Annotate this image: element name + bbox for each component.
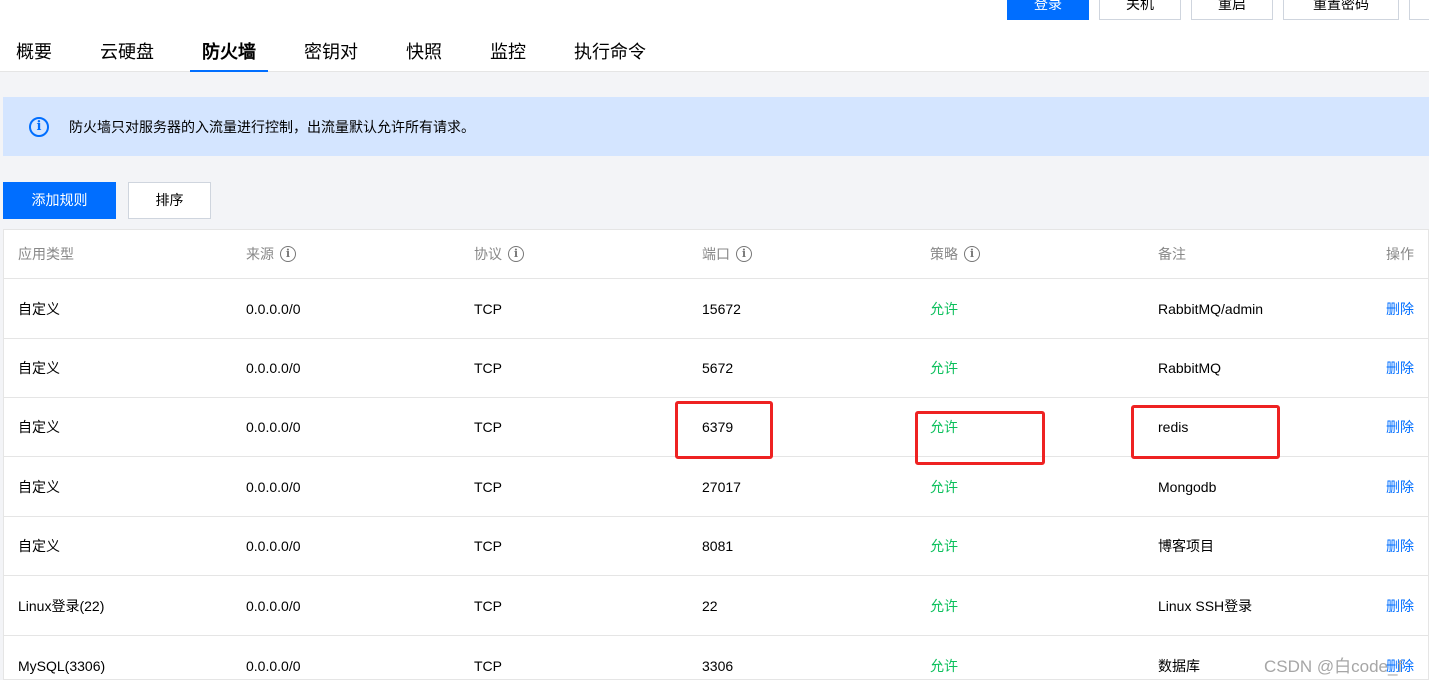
- info-icon[interactable]: i: [964, 246, 980, 262]
- protocol-cell: TCP: [474, 300, 502, 317]
- remark-cell: Linux SSH登录: [1158, 597, 1253, 614]
- app-type-cell: Linux登录(22): [18, 597, 105, 614]
- tab-firewall[interactable]: 防火墙: [190, 38, 268, 72]
- tab-cloud-disk[interactable]: 云硬盘: [100, 38, 154, 72]
- tab-monitor[interactable]: 监控: [490, 38, 526, 72]
- instance-actions: 登录 关机 重启 重置密码: [1007, 0, 1429, 20]
- shutdown-button[interactable]: 关机: [1099, 0, 1181, 20]
- table-row: 自定义 0.0.0.0/0 TCP 15672 允许 RabbitMQ/admin 删除: [4, 279, 1428, 339]
- header-remark: 备注: [1158, 246, 1186, 262]
- port-cell: 27017: [702, 478, 741, 495]
- policy-cell: 允许: [930, 419, 958, 435]
- policy-cell: 允许: [930, 538, 958, 554]
- protocol-cell: TCP: [474, 419, 502, 435]
- protocol-cell: TCP: [474, 657, 502, 674]
- table-row: 自定义 0.0.0.0/0 TCP 5672 允许 RabbitMQ 删除: [4, 339, 1428, 398]
- tab-snapshot[interactable]: 快照: [406, 38, 442, 72]
- source-cell: 0.0.0.0/0: [246, 300, 301, 317]
- reset-password-button[interactable]: 重置密码: [1283, 0, 1399, 20]
- remark-cell: Mongodb: [1158, 478, 1217, 495]
- remark-cell: 数据库: [1158, 657, 1200, 674]
- info-icon[interactable]: i: [736, 246, 752, 262]
- remark-cell: 博客项目: [1158, 538, 1214, 554]
- policy-cell: 允许: [930, 360, 958, 376]
- source-cell: 0.0.0.0/0: [246, 360, 301, 376]
- firewall-notice: i 防火墙只对服务器的入流量进行控制，出流量默认允许所有请求。: [3, 97, 1429, 156]
- delete-link[interactable]: 删除: [1386, 279, 1414, 338]
- tab-key-pair[interactable]: 密钥对: [304, 38, 358, 72]
- app-type-cell: 自定义: [18, 419, 60, 435]
- port-cell: 22: [702, 597, 718, 614]
- watermark: CSDN @白code_f: [1264, 657, 1403, 676]
- table-row: MySQL(3306) 0.0.0.0/0 TCP 3306 允许 数据库 删除: [4, 636, 1428, 679]
- app-type-cell: 自定义: [18, 300, 60, 317]
- port-cell: 15672: [702, 300, 741, 317]
- info-icon[interactable]: i: [508, 246, 524, 262]
- login-button[interactable]: 登录: [1007, 0, 1089, 20]
- tab-overview[interactable]: 概要: [16, 38, 52, 72]
- sort-button[interactable]: 排序: [128, 182, 211, 219]
- port-cell: 3306: [702, 657, 734, 674]
- remark-cell: RabbitMQ: [1158, 360, 1222, 376]
- table-row: 自定义 0.0.0.0/0 TCP 27017 允许 Mongodb 删除: [4, 457, 1428, 517]
- policy-cell: 允许: [930, 657, 958, 674]
- delete-link[interactable]: 删除: [1386, 517, 1414, 575]
- remark-cell: RabbitMQ/admin: [1158, 300, 1264, 317]
- source-cell: 0.0.0.0/0: [246, 538, 301, 554]
- header-source: 来源 i: [246, 230, 296, 278]
- port-cell: 8081: [702, 538, 734, 554]
- header-port: 端口 i: [702, 230, 752, 278]
- protocol-cell: TCP: [474, 538, 502, 554]
- delete-link[interactable]: 删除: [1386, 576, 1414, 635]
- source-cell: 0.0.0.0/0: [246, 478, 301, 495]
- table-header: 应用类型 来源 i 协议 i 端口 i 策略 i 备注 操作: [4, 230, 1428, 279]
- delete-link[interactable]: 删除: [1386, 339, 1414, 397]
- header-action: 操作: [1386, 246, 1414, 262]
- table-row: Linux登录(22) 0.0.0.0/0 TCP 22 允许 Linux SSH登录 删除: [4, 576, 1428, 636]
- add-rule-button[interactable]: 添加规则: [3, 182, 116, 219]
- info-icon: i: [29, 116, 49, 137]
- header-policy: 策略 i: [930, 230, 980, 278]
- info-icon[interactable]: i: [280, 246, 296, 262]
- protocol-cell: TCP: [474, 597, 502, 614]
- restart-button[interactable]: 重启: [1191, 0, 1273, 20]
- delete-link[interactable]: 删除: [1386, 457, 1414, 516]
- port-cell: 5672: [702, 360, 734, 376]
- remark-cell: redis: [1158, 419, 1189, 435]
- table-row: 自定义 0.0.0.0/0 TCP 6379 允许 redis 删除: [4, 398, 1428, 457]
- table-row: 自定义 0.0.0.0/0 TCP 8081 允许 博客项目 删除: [4, 517, 1428, 576]
- policy-cell: 允许: [930, 597, 958, 614]
- tab-bar: 概要 云硬盘 防火墙 密钥对 快照 监控 执行命令: [16, 38, 694, 72]
- header-protocol: 协议 i: [474, 230, 524, 278]
- more-button[interactable]: [1409, 0, 1429, 20]
- notice-text: 防火墙只对服务器的入流量进行控制，出流量默认允许所有请求。: [69, 118, 475, 135]
- protocol-cell: TCP: [474, 478, 502, 495]
- delete-link[interactable]: 删除: [1386, 398, 1414, 456]
- protocol-cell: TCP: [474, 360, 502, 376]
- firewall-rules-table: 应用类型 来源 i 协议 i 端口 i 策略 i 备注 操作 自定义 0.0.0.0/0 T…: [3, 229, 1429, 680]
- port-cell: 6379: [702, 419, 734, 435]
- source-cell: 0.0.0.0/0: [246, 597, 301, 614]
- app-type-cell: MySQL(3306): [18, 657, 106, 674]
- tab-run-command[interactable]: 执行命令: [574, 38, 646, 72]
- policy-cell: 允许: [930, 478, 958, 495]
- app-type-cell: 自定义: [18, 478, 60, 495]
- header-app-type: 应用类型: [18, 246, 74, 262]
- app-type-cell: 自定义: [18, 360, 60, 376]
- app-type-cell: 自定义: [18, 538, 60, 554]
- top-bar: 登录 关机 重启 重置密码 概要 云硬盘 防火墙 密钥对 快照 监控 执行命令: [0, 0, 1429, 72]
- rule-toolbar: 添加规则 排序: [3, 182, 211, 219]
- source-cell: 0.0.0.0/0: [246, 419, 301, 435]
- source-cell: 0.0.0.0/0: [246, 657, 301, 674]
- policy-cell: 允许: [930, 300, 958, 317]
